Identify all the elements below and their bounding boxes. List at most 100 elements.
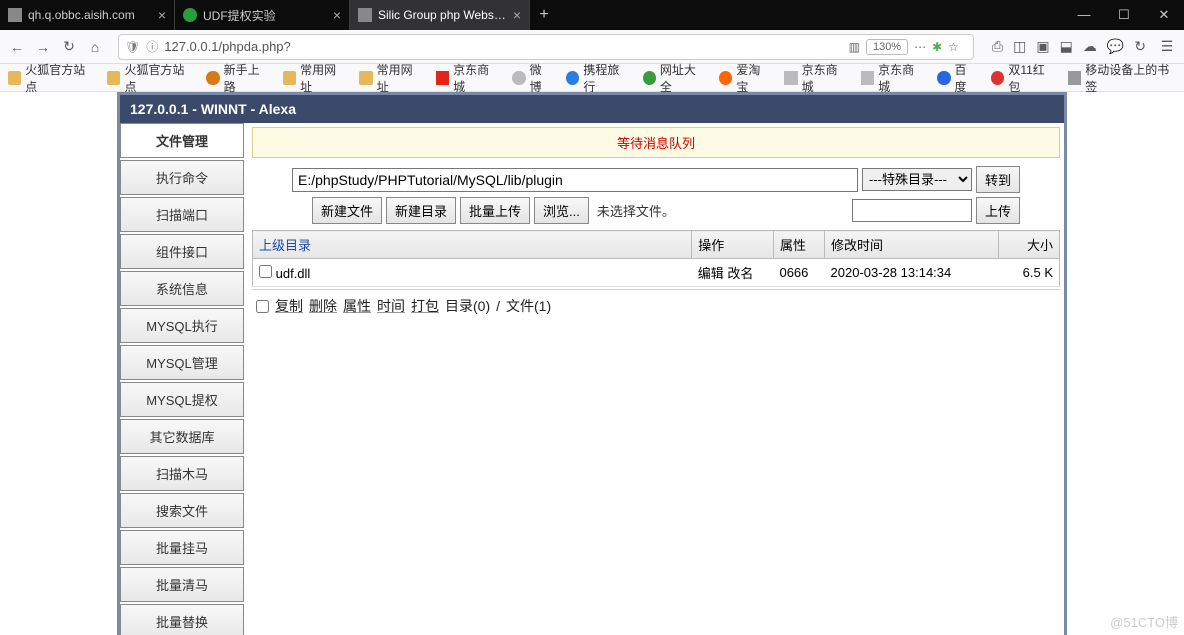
more-icon[interactable]: ⋯ [914,40,926,54]
info-icon[interactable]: ⓘ [146,38,158,55]
bookmark-item[interactable]: 火狐官方站点 [8,61,93,95]
extension-icon[interactable]: ✱ [932,40,942,54]
browser-toolbar: ← → ↻ ⌂ 🛡 ⓘ ▥ 130% ⋯ ✱ ☆ ⎙ ◫ ▣ ⬓ ☁ 💬 ↻ ☰ [0,30,1184,64]
new-file-button[interactable]: 新建文件 [312,197,382,224]
tab-label: Silic Group php Webshell version [378,8,507,22]
favicon-icon [8,8,22,22]
path-input[interactable] [292,168,858,192]
sync-icon[interactable]: ↻ [1134,38,1146,55]
batch-upload-button[interactable]: 批量上传 [460,197,530,224]
upload-name-input[interactable] [852,199,972,222]
favicon-icon [784,71,797,85]
batch-attr[interactable]: 属性 [343,296,371,316]
bookmark-item[interactable]: 火狐官方站点 [107,61,192,95]
sidebar-item-batch-replace[interactable]: 批量替换 [120,604,244,635]
folder-icon [8,71,21,85]
sidebar-item-mysql-exec[interactable]: MYSQL执行 [120,308,244,343]
favicon-icon [643,71,656,85]
forward-button[interactable]: → [32,36,54,58]
zoom-badge[interactable]: 130% [866,39,908,55]
special-dir-select[interactable]: ---特殊目录--- [862,168,972,191]
close-icon[interactable]: × [513,7,521,23]
upload-button[interactable]: 上传 [976,197,1020,224]
select-all-checkbox[interactable] [256,300,269,313]
chat-icon[interactable]: 💬 [1107,38,1124,55]
sidebar-item-scan-trojan[interactable]: 扫描木马 [120,456,244,491]
browser-tab-0[interactable]: qh.q.obbc.aisih.com × [0,0,175,30]
shield-icon[interactable]: 🛡 [125,40,140,54]
favicon-icon [183,8,197,22]
file-size: 6.5 K [998,259,1059,287]
page-content: 127.0.0.1 - WINNT - Alexa 文件管理 执行命令 扫描端口… [0,92,1184,635]
bookmark-item[interactable]: 常用网址 [359,61,422,95]
sidebar-item-mysql-priv[interactable]: MYSQL提权 [120,382,244,417]
bookmark-item[interactable]: 携程旅行 [566,61,629,95]
menu-button[interactable]: ☰ [1156,36,1178,58]
browse-button[interactable]: 浏览... [534,197,589,224]
favicon-icon [719,71,732,85]
library-icon[interactable]: ⎙ [992,38,1003,55]
sidebar-item-sysinfo[interactable]: 系统信息 [120,271,244,306]
bookmark-item[interactable]: 双11红包 [991,61,1054,95]
bookmark-item[interactable]: 百度 [937,61,977,95]
plugin-icon[interactable]: ⬓ [1060,38,1073,55]
star-icon[interactable]: ☆ [948,40,959,54]
close-icon[interactable]: × [158,7,166,23]
bookmark-item[interactable]: 微博 [512,61,552,95]
file-table: 上级目录 操作 属性 修改时间 大小 udf.dll 编辑 改名 0666 20… [252,230,1060,287]
batch-time[interactable]: 时间 [377,296,405,316]
sidebar-item-exec[interactable]: 执行命令 [120,160,244,195]
watermark: @51CTO博 [1110,612,1178,631]
bookmark-item[interactable]: 爱淘宝 [719,61,770,95]
batch-delete[interactable]: 删除 [309,296,337,316]
bookmark-item[interactable]: 京东商城 [436,61,499,95]
home-button[interactable]: ⌂ [84,36,106,58]
sidebar-item-search[interactable]: 搜索文件 [120,493,244,528]
close-icon[interactable]: × [333,7,341,23]
bookmark-item[interactable]: 新手上路 [206,61,269,95]
reload-button[interactable]: ↻ [58,36,80,58]
batch-pack[interactable]: 打包 [411,296,439,316]
screenshot-icon[interactable]: ▣ [1036,38,1049,55]
sidebar-item-otherdb[interactable]: 其它数据库 [120,419,244,454]
cloud-icon[interactable]: ☁ [1083,38,1097,55]
sidebar-item-component[interactable]: 组件接口 [120,234,244,269]
maximize-icon[interactable]: ☐ [1104,7,1144,23]
sidebar-item-mysql-admin[interactable]: MYSQL管理 [120,345,244,380]
browser-tab-2[interactable]: Silic Group php Webshell version × [350,0,530,30]
parent-dir-link[interactable]: 上级目录 [259,238,311,253]
url-input[interactable] [164,39,848,54]
bookmark-mobile[interactable]: 移动设备上的书签 [1068,61,1176,95]
favicon-icon [861,71,874,85]
minimize-icon[interactable]: — [1064,7,1104,23]
new-tab-button[interactable]: + [530,6,558,24]
bookmark-item[interactable]: 常用网址 [283,61,346,95]
back-button[interactable]: ← [6,36,28,58]
sidebar-icon[interactable]: ◫ [1013,38,1026,55]
sidebar-item-portscan[interactable]: 扫描端口 [120,197,244,232]
bookmark-item[interactable]: 京东商城 [861,61,924,95]
batch-copy[interactable]: 复制 [275,296,303,316]
table-row[interactable]: udf.dll 编辑 改名 0666 2020-03-28 13:14:34 6… [253,259,1060,287]
sidebar-item-filemanager[interactable]: 文件管理 [120,123,244,158]
reader-icon[interactable]: ▥ [849,40,860,54]
folder-icon [283,71,296,85]
file-name[interactable]: udf.dll [276,266,311,281]
url-bar[interactable]: 🛡 ⓘ ▥ 130% ⋯ ✱ ☆ [118,34,974,60]
sidebar-item-batch-inject[interactable]: 批量挂马 [120,530,244,565]
edit-link[interactable]: 编辑 [698,266,724,281]
bookmark-item[interactable]: 京东商城 [784,61,847,95]
message-bar: 等待消息队列 [252,127,1060,158]
goto-button[interactable]: 转到 [976,166,1020,193]
rename-link[interactable]: 改名 [727,266,753,281]
row-checkbox[interactable] [259,265,272,278]
sidebar-item-batch-clean[interactable]: 批量清马 [120,567,244,602]
browser-tab-1[interactable]: UDF提权实验 × [175,0,350,30]
favicon-icon [566,71,579,85]
favicon-icon [358,8,372,22]
close-window-icon[interactable]: ✕ [1144,7,1184,23]
batch-row: 复制 删除 属性 时间 打包 目录(0) / 文件(1) [252,289,1060,322]
bookmark-item[interactable]: 网址大全 [643,61,706,95]
new-dir-button[interactable]: 新建目录 [386,197,456,224]
page-title: 127.0.0.1 - WINNT - Alexa [117,92,1067,123]
